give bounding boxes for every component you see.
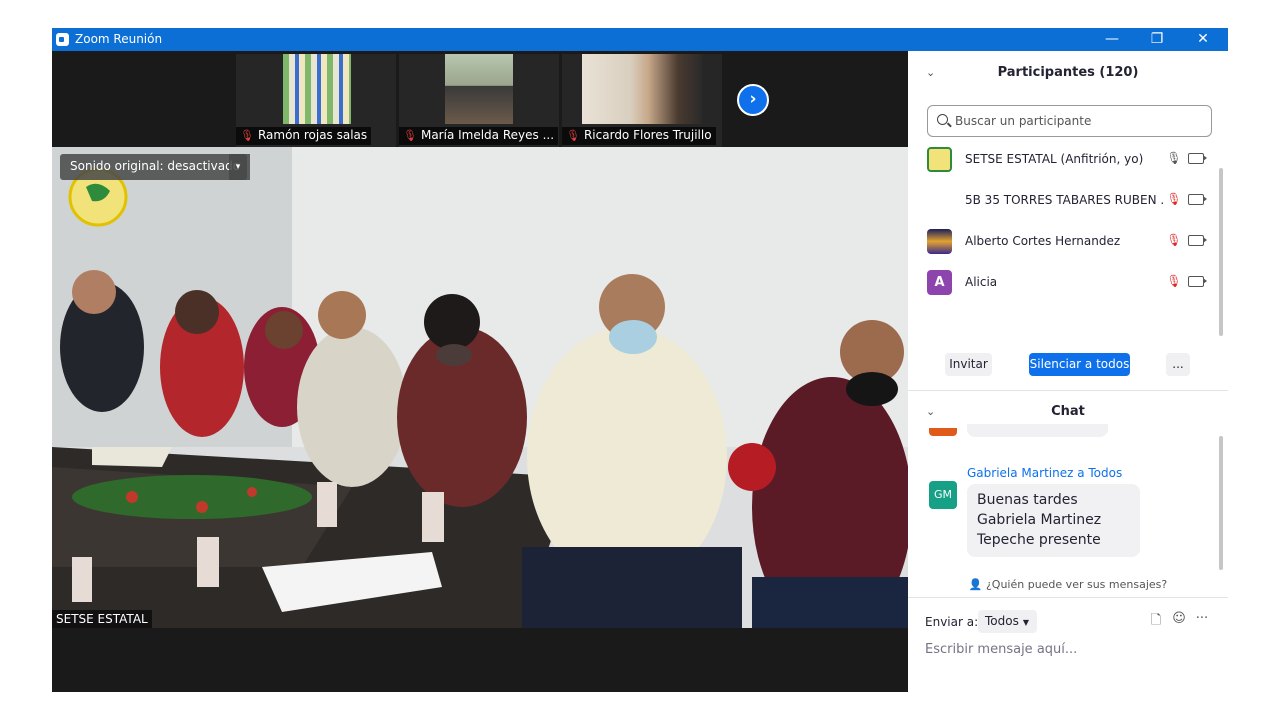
participant-row[interactable]: SETSE ESTATAL (Anfitrión, yo) 🎙	[908, 139, 1228, 180]
title-bar: Zoom Reunión — ❐ ✕	[52, 28, 1228, 51]
meeting-room-scene	[52, 147, 908, 628]
participant-name: Alberto Cortes Hernandez	[965, 234, 1121, 248]
speaker-name-tag: SETSE ESTATAL	[52, 610, 152, 628]
close-button[interactable]: ✕	[1180, 28, 1226, 51]
minimize-button[interactable]: —	[1089, 28, 1135, 51]
participant-row[interactable]: A Alicia 🎙	[908, 262, 1228, 303]
emoji-icon[interactable]: ☺	[1170, 611, 1188, 629]
participant-name: Alicia	[965, 275, 998, 289]
participant-video	[582, 54, 702, 124]
participant-row[interactable]: Alberto Cortes Hernandez 🎙	[908, 221, 1228, 262]
invite-button[interactable]: Invitar	[945, 353, 992, 376]
muted-mic-icon[interactable]: 🎙	[1166, 192, 1182, 208]
muted-mic-icon: 🎙	[403, 129, 417, 142]
who-can-see-link[interactable]: 👤 ¿Quién puede ver sus mensajes?	[908, 578, 1228, 591]
camera-off-icon[interactable]	[1188, 194, 1207, 205]
restore-button[interactable]: ❐	[1134, 28, 1180, 51]
search-placeholder: Buscar un participante	[955, 114, 1092, 128]
chat-scrollbar[interactable]	[1219, 436, 1223, 570]
window-title: Zoom Reunión	[75, 32, 163, 46]
thumbnail-video[interactable]: 🎙 Ramón rojas salas	[236, 54, 396, 147]
thumbnail-video[interactable]: 🎙 María Imelda Reyes ...	[399, 54, 559, 147]
person-info-icon: 👤	[968, 578, 983, 591]
participant-search-input[interactable]: Buscar un participante	[927, 105, 1212, 137]
chat-title: Chat	[1051, 404, 1085, 419]
video-stage: 🎙 Ramón rojas salas 🎙 María Imelda Reyes .…	[52, 51, 908, 692]
chat-message-bubble: Buenas tardes Gabriela Martinez Tepeche …	[967, 484, 1140, 557]
next-page-arrow-icon[interactable]: ›	[737, 84, 769, 116]
participant-photo-avatar	[927, 229, 952, 254]
muted-mic-icon[interactable]: 🎙	[1166, 274, 1182, 290]
chevron-down-icon: ▼	[1022, 618, 1029, 627]
participant-logo-avatar	[927, 147, 952, 172]
participants-scrollbar[interactable]	[1219, 168, 1223, 336]
camera-off-icon[interactable]	[1188, 276, 1207, 287]
muted-mic-icon: 🎙	[566, 129, 580, 142]
thumbnail-name-tag: 🎙 Ramón rojas salas	[236, 127, 372, 145]
thumbnail-name: Ramón rojas salas	[257, 128, 368, 142]
thumbnail-name: María Imelda Reyes ...	[420, 128, 555, 142]
participant-row[interactable]: 5B 35 TORRES TABARES RUBEN ... 🎙	[908, 180, 1228, 221]
original-sound-toggle[interactable]: Sonido original: desactivado	[60, 154, 251, 180]
participant-video	[445, 54, 513, 124]
participant-list: SETSE ESTATAL (Anfitrión, yo) 🎙 5B 35 TO…	[908, 139, 1228, 307]
mute-all-button[interactable]: Silenciar a todos	[1029, 353, 1130, 376]
previous-message-avatar	[929, 428, 957, 436]
original-sound-dropdown-icon[interactable]: ▾	[229, 154, 247, 180]
recipient-dropdown[interactable]: Todos ▼	[978, 610, 1037, 633]
recipient-value: Todos	[985, 614, 1019, 628]
chat-message-input[interactable]: Escribir mensaje aquí...	[925, 642, 1077, 657]
participant-name: SETSE ESTATAL (Anfitrión, yo)	[965, 152, 1144, 166]
participants-header: ⌄ Participantes (120)	[908, 51, 1228, 95]
search-icon	[937, 114, 948, 125]
side-panel: ⌄ Participantes (120) Buscar un particip…	[908, 51, 1228, 692]
sender-avatar: GM	[929, 481, 957, 509]
muted-mic-icon: 🎙	[240, 129, 254, 142]
muted-mic-icon[interactable]: 🎙	[1166, 233, 1182, 249]
who-can-see-text: ¿Quién puede ver sus mensajes?	[985, 578, 1168, 591]
camera-icon[interactable]	[1188, 153, 1207, 164]
mic-icon[interactable]: 🎙	[1166, 151, 1182, 167]
previous-message-bubble	[967, 424, 1108, 437]
participant-name: 5B 35 TORRES TABARES RUBEN ...	[965, 193, 1165, 207]
participants-title: Participantes (120)	[997, 65, 1139, 80]
participant-video	[283, 54, 351, 124]
camera-off-icon[interactable]	[1188, 235, 1207, 246]
message-sender: Gabriela Martinez a Todos	[967, 466, 1123, 480]
collapse-participants-chevron-icon[interactable]: ⌄	[926, 51, 935, 95]
thumbnail-video[interactable]: 🎙 Ricardo Flores Trujillo	[562, 54, 722, 147]
chat-divider	[908, 597, 1228, 598]
thumbnail-name-tag: 🎙 Ricardo Flores Trujillo	[562, 127, 716, 145]
thumbnail-name-tag: 🎙 María Imelda Reyes ...	[399, 127, 559, 145]
send-to-label: Enviar a:	[925, 615, 979, 629]
zoom-logo-icon	[56, 33, 69, 46]
participant-initial-avatar: A	[927, 270, 952, 295]
thumbnail-name: Ricardo Flores Trujillo	[583, 128, 712, 142]
active-speaker-video: Sonido original: desactivado ▾ SETSE EST…	[52, 147, 908, 628]
more-options-button[interactable]: ...	[1166, 353, 1190, 376]
more-chat-options-icon[interactable]: ···	[1193, 611, 1211, 629]
file-icon[interactable]: 🗋	[1147, 611, 1165, 629]
zoom-window: Zoom Reunión — ❐ ✕ 🎙 Ramón rojas salas 🎙 M…	[52, 28, 1228, 692]
